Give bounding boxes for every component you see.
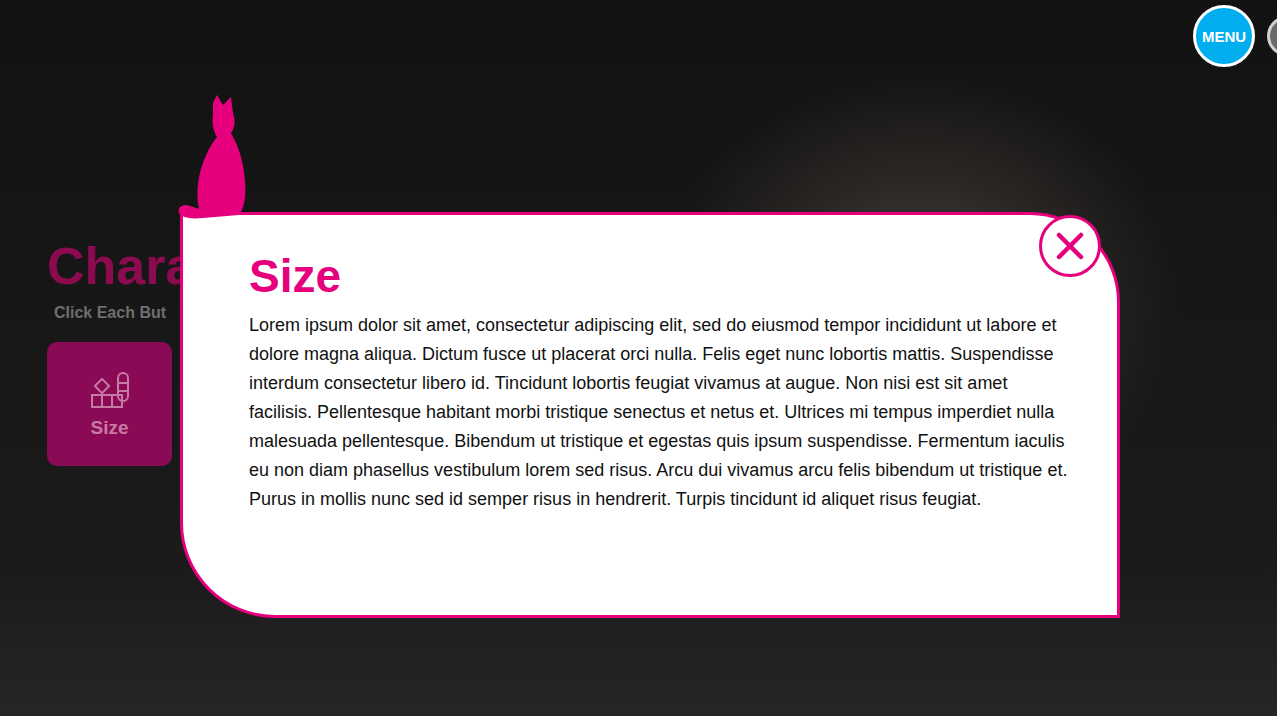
- swatch-icon: [88, 369, 132, 413]
- info-modal: Size Lorem ipsum dolor sit amet, consect…: [180, 212, 1120, 618]
- card[interactable]: Size: [47, 342, 172, 466]
- menu-button[interactable]: MENU: [1193, 5, 1255, 67]
- close-icon: [1053, 229, 1087, 263]
- extra-button[interactable]: [1267, 16, 1277, 56]
- card-label: Size: [90, 417, 128, 439]
- cat-icon: [177, 95, 253, 219]
- screen: MENU Chara Click Each But Size Size Lore…: [0, 0, 1277, 716]
- modal-body: Lorem ipsum dolor sit amet, consectetur …: [249, 311, 1073, 514]
- modal-title: Size: [249, 249, 1073, 303]
- close-button[interactable]: [1039, 215, 1101, 277]
- top-buttons: MENU: [1193, 5, 1277, 67]
